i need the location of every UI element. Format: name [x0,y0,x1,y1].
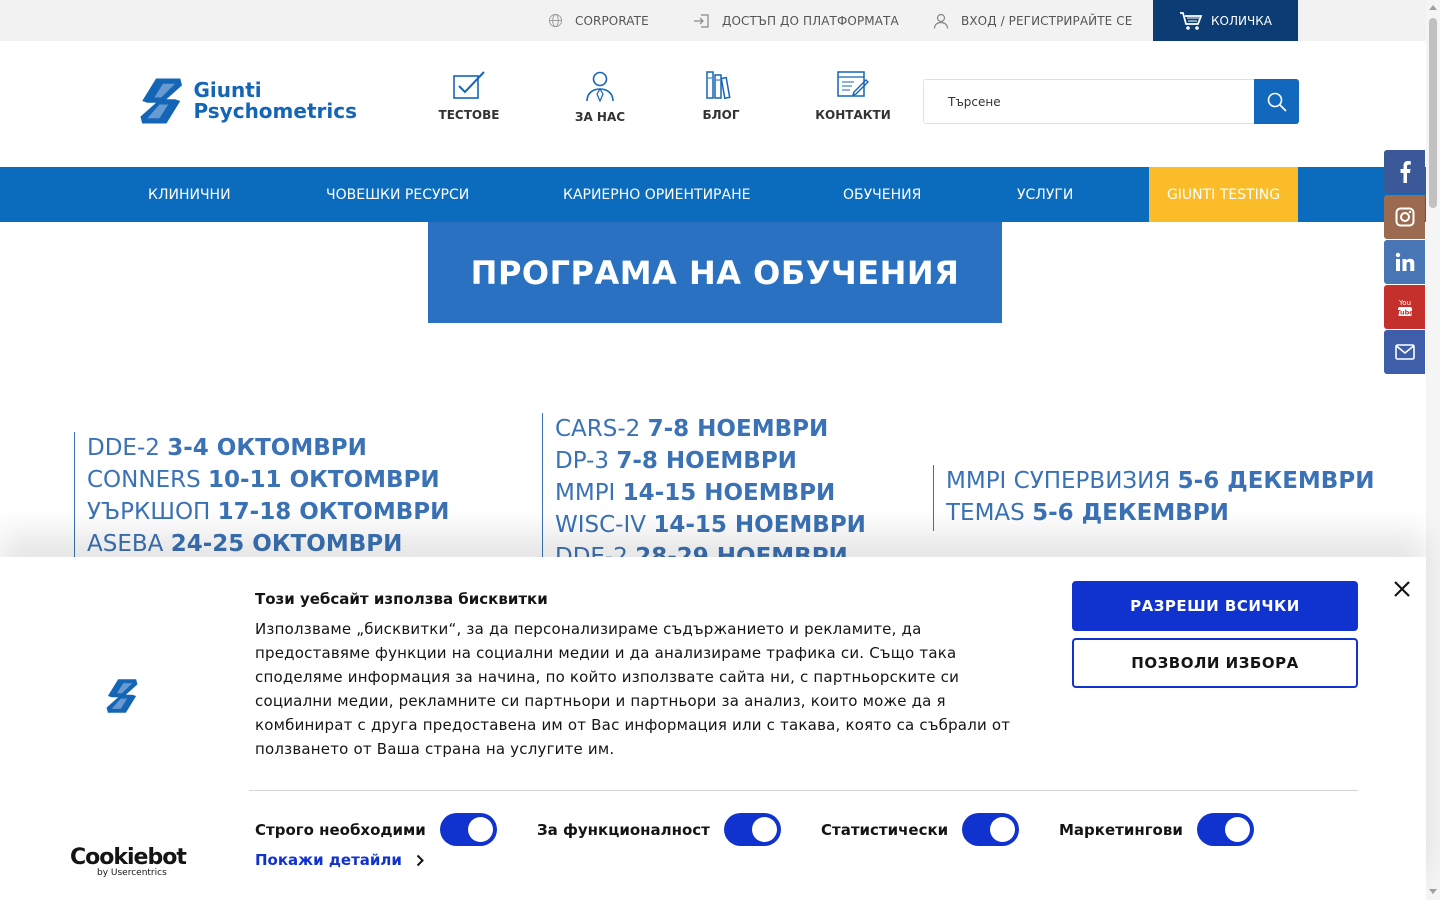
nav-career[interactable]: КАРИЕРНО ОРИЕНТИРАНЕ [563,167,750,222]
schedule-row[interactable]: MMPI СУПЕРВИЗИЯ 5-6 ДЕКЕМВРИ [946,465,1374,497]
logo-wordmark: Giunti Psychometrics [193,80,357,122]
schedule-row[interactable]: WISC-IV 14-15 НОЕМВРИ [555,509,866,541]
schedule-row[interactable]: CARS-2 7-8 НОЕМВРИ [555,413,866,445]
youtube-icon: You Tube [1396,299,1414,317]
header-tests-link[interactable]: ТЕСТОВЕ [424,70,514,122]
banner-title: ПРОГРАМА НА ОБУЧЕНИЯ [470,253,960,292]
cookiebot-name: Cookiebot [70,845,187,870]
show-details-link[interactable]: Покажи детайли [255,851,424,869]
header-contacts-link[interactable]: КОНТАКТИ [808,70,898,122]
close-icon[interactable] [1390,577,1414,601]
allow-all-button[interactable]: РАЗРЕШИ ВСИЧКИ [1072,581,1358,631]
nav-giunti-testing[interactable]: GIUNTI TESTING [1149,167,1298,222]
search-icon [1267,92,1287,112]
top-utility-bar: CORPORATE ДОСТЪП ДО ПЛАТФОРМАТА ВХОД / Р… [0,0,1426,41]
schedule-december: MMPI СУПЕРВИЗИЯ 5-6 ДЕКЕМВРИ TEMAS 5-6 Д… [933,465,1374,531]
toggle-marketing: Маркетингови [1059,813,1254,846]
instagram-button[interactable] [1384,195,1425,239]
nav-services[interactable]: УСЛУГИ [1017,167,1073,222]
training-program-banner: ПРОГРАМА НА ОБУЧЕНИЯ [428,222,1002,323]
svg-text:You: You [1397,299,1410,307]
allow-selection-button[interactable]: ПОЗВОЛИ ИЗБОРА [1072,638,1358,688]
youtube-button[interactable]: You Tube [1384,285,1425,329]
logo-line1: Giunti [193,78,262,102]
nav-clinical[interactable]: КЛИНИЧНИ [148,167,231,222]
schedule-row[interactable]: DP-3 7-8 НОЕМВРИ [555,445,866,477]
header-about-link[interactable]: ЗА НАС [555,70,645,124]
user-icon [933,13,949,29]
platform-link[interactable]: ДОСТЪП ДО ПЛАТФОРМАТА [692,0,899,41]
facebook-button[interactable] [1384,150,1425,194]
toggle-necessary-switch[interactable] [439,813,497,846]
cookie-title: Този уебсайт използва бисквитки [255,590,548,608]
search-input[interactable] [924,80,1254,123]
scrollbar-thumb[interactable] [1429,18,1437,208]
toggle-marketing-switch[interactable] [1196,813,1254,846]
toggle-marketing-label: Маркетингови [1059,820,1183,839]
toggle-statistics: Статистически [821,813,1020,846]
header-about-label: ЗА НАС [574,110,626,124]
mail-button[interactable] [1384,330,1425,374]
linkedin-button[interactable] [1384,240,1425,284]
toggle-functional: За функционалност [537,813,781,846]
login-label: ВХОД / РЕГИСТРИРАЙТЕ СЕ [961,13,1133,28]
scroll-up-arrow[interactable] [1429,5,1437,10]
page: CORPORATE ДОСТЪП ДО ПЛАТФОРМАТА ВХОД / Р… [0,0,1440,900]
header-contacts-label: КОНТАКТИ [815,108,891,122]
logo-line2: Psychometrics [193,99,357,123]
toggle-necessary-label: Строго необходими [255,820,426,839]
schedule-row[interactable]: ASEBA 24-25 ОКТОМВРИ [87,528,449,560]
cart-button[interactable]: КОЛИЧКА [1153,0,1298,41]
nav-training[interactable]: ОБУЧЕНИЯ [843,167,921,222]
toggle-statistics-label: Статистически [821,820,949,839]
corporate-link[interactable]: CORPORATE [548,0,649,41]
corporate-label: CORPORATE [575,13,649,28]
person-icon [586,71,614,102]
scroll-down-arrow[interactable] [1429,889,1437,894]
toggle-functional-label: За функционалност [537,820,710,839]
svg-text:Tube: Tube [1396,309,1414,317]
main-nav: КЛИНИЧНИ ЧОВЕШКИ РЕСУРСИ КАРИЕРНО ОРИЕНТ… [0,167,1426,222]
books-icon [706,71,731,100]
login-link[interactable]: ВХОД / РЕГИСТРИРАЙТЕ СЕ [933,0,1132,41]
nav-hr[interactable]: ЧОВЕШКИ РЕСУРСИ [326,167,469,222]
toggle-statistics-switch[interactable] [962,813,1020,846]
cart-label: КОЛИЧКА [1211,13,1272,28]
giunti-logo-mark [140,78,183,124]
cart-icon [1180,11,1203,30]
schedule-row[interactable]: CONNERS 10-11 ОКТОМВРИ [87,464,449,496]
login-arrow-icon [694,13,709,28]
giunti-logo[interactable]: Giunti Psychometrics [137,72,357,130]
schedule-row[interactable]: MMPI 14-15 НОЕМВРИ [555,477,866,509]
globe-icon [548,13,563,28]
facebook-icon [1400,161,1411,183]
toggle-necessary: Строго необходими [255,813,497,846]
chevron-right-icon [416,854,424,866]
schedule-row[interactable]: DDE-2 3-4 ОКТОМВРИ [87,432,449,464]
search-button[interactable] [1254,79,1299,124]
linkedin-icon [1395,252,1414,271]
header-blog-link[interactable]: БЛОГ [676,70,766,122]
schedule-row[interactable]: DDE-2 28-29 НОЕМВРИ [555,541,866,558]
header-tests-label: ТЕСТОВЕ [438,108,500,122]
schedule-october: DDE-2 3-4 ОКТОМВРИ CONNERS 10-11 ОКТОМВР… [74,432,449,558]
cookie-text: Използваме „бисквитки“, за да персонализ… [255,620,1011,758]
cookie-consent-dialog: Cookiebot by Usercentrics Този уебсайт и… [0,557,1426,900]
header-blog-label: БЛОГ [702,108,740,122]
schedule-november: CARS-2 7-8 НОЕМВРИ DP-3 7-8 НОЕМВРИ MMPI… [542,413,866,558]
show-details-label: Покажи детайли [255,851,402,869]
schedule-row[interactable]: УЪРКШОП 17-18 ОКТОМВРИ [87,496,449,528]
schedule-row[interactable]: TEMAS 5-6 ДЕКЕМВРИ [946,497,1374,529]
cookie-divider [249,790,1358,791]
contact-form-icon [837,71,869,97]
mail-icon [1394,344,1415,360]
search-bar [923,79,1299,124]
instagram-icon [1395,207,1414,227]
giunti-dialog-logo [106,679,138,713]
cookiebot-brand[interactable]: Cookiebot by Usercentrics [70,845,187,878]
platform-label: ДОСТЪП ДО ПЛАТФОРМАТА [722,13,899,28]
toggle-functional-switch[interactable] [723,813,781,846]
checkbox-icon [453,71,485,99]
page-scrollbar[interactable] [1426,0,1440,900]
